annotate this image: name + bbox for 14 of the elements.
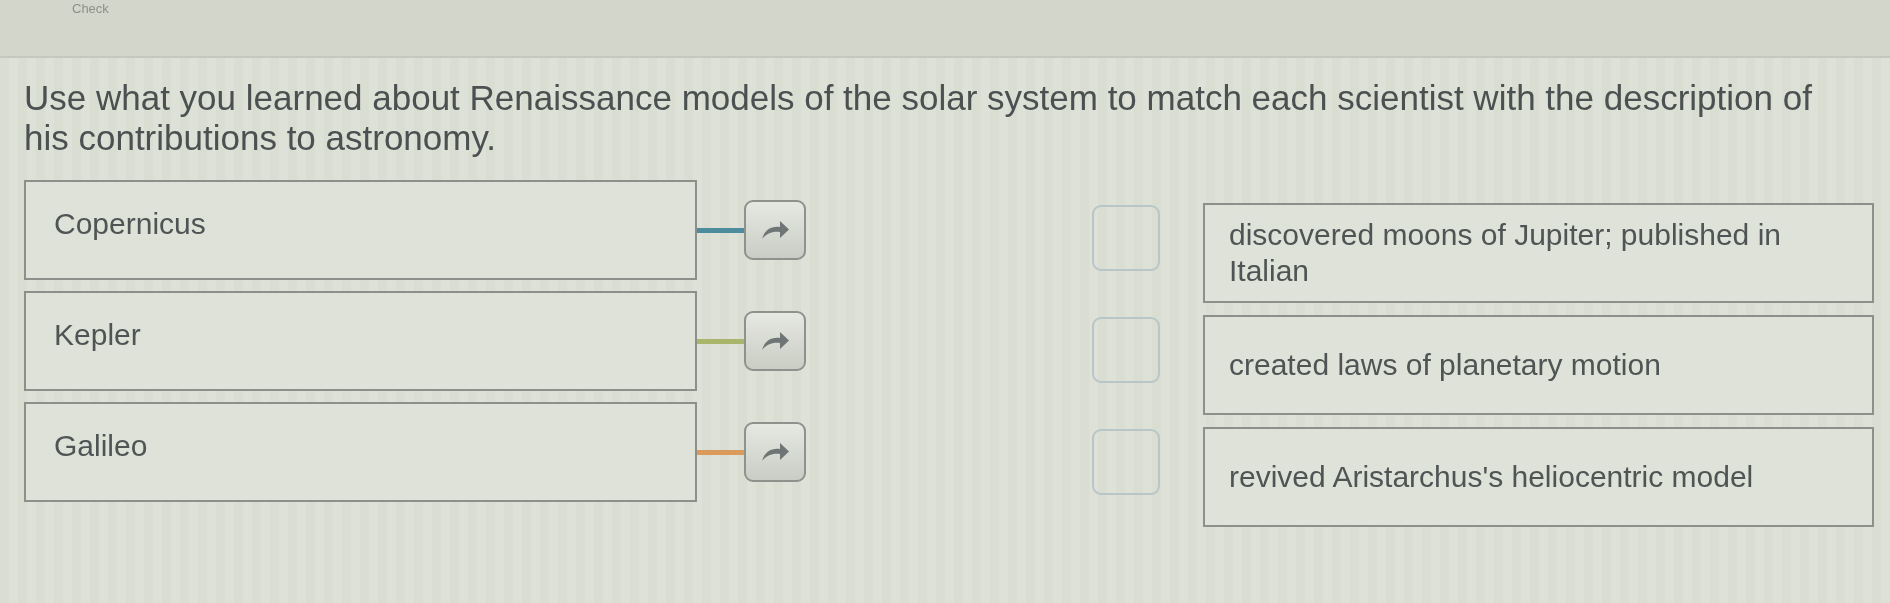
check-button[interactable]: Check <box>72 1 109 16</box>
arrow-button[interactable] <box>744 311 806 371</box>
description-card: revived Aristarchus's heliocentric model <box>1203 427 1874 527</box>
description-card: discovered moons of Jupiter; published in Italian <box>1203 203 1874 303</box>
scientist-card: Kepler <box>24 291 697 391</box>
curved-arrow-icon <box>760 219 790 241</box>
arrow-button[interactable] <box>744 422 806 482</box>
scientist-card: Copernicus <box>24 180 697 280</box>
arrow-button[interactable] <box>744 200 806 260</box>
curved-arrow-icon <box>760 441 790 463</box>
curved-arrow-icon <box>760 330 790 352</box>
instructions-text: Use what you learned about Renaissance models of the solar system to match each scientist with the description of his contributions to astronomy. <box>24 78 1813 158</box>
scientist-card: Galileo <box>24 402 697 502</box>
description-card: created laws of planetary motion <box>1203 315 1874 415</box>
